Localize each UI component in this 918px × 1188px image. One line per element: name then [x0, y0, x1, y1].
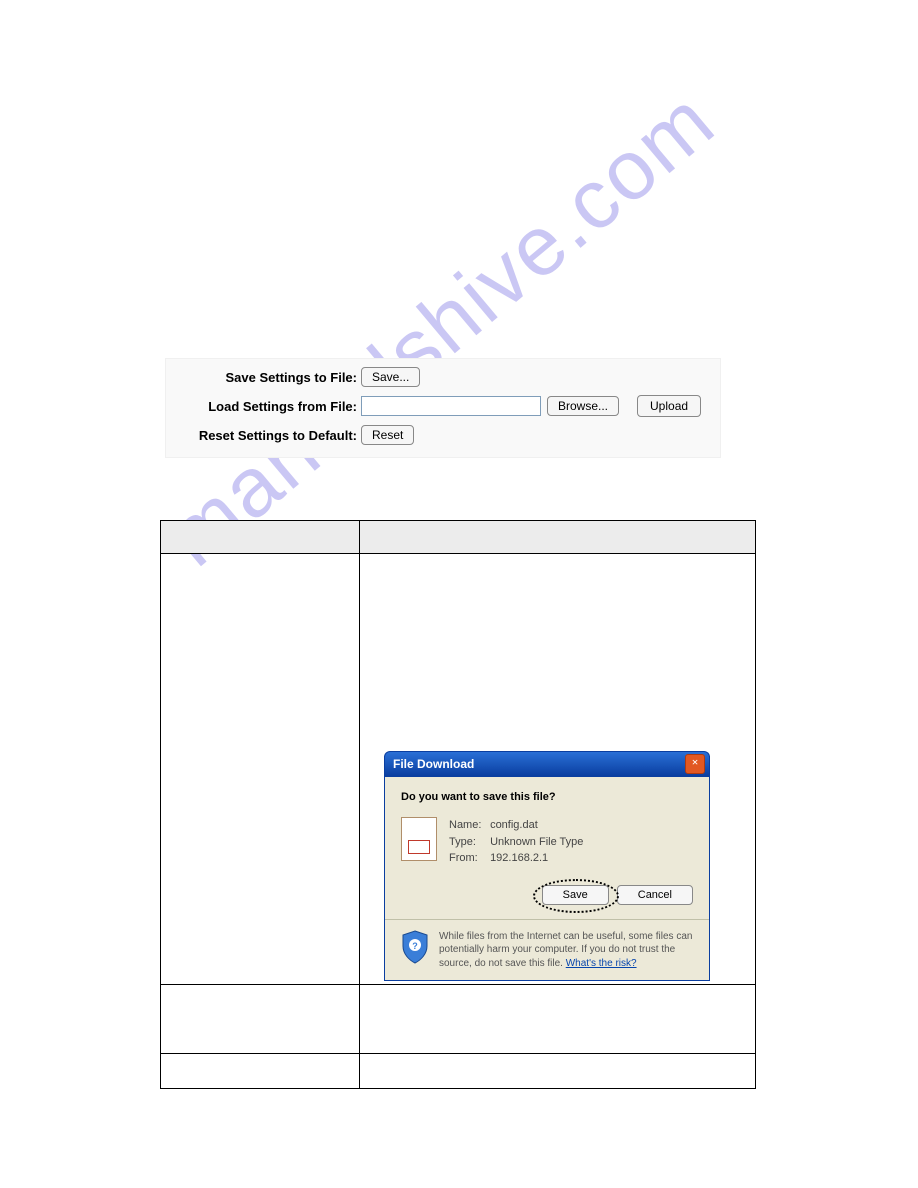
- load-file-input[interactable]: [361, 396, 541, 416]
- name-key: Name:: [449, 817, 487, 834]
- reset-button[interactable]: Reset: [361, 425, 414, 445]
- warning-text: While files from the Internet can be use…: [439, 930, 693, 971]
- load-settings-label: Load Settings from File:: [176, 399, 361, 414]
- dialog-title: File Download: [393, 757, 474, 771]
- file-icon: [401, 817, 437, 861]
- dialog-titlebar[interactable]: File Download ×: [384, 751, 710, 776]
- type-key: Type:: [449, 834, 487, 851]
- file-download-dialog: File Download × Do you want to save this…: [384, 751, 710, 981]
- file-type: Unknown File Type: [490, 836, 583, 848]
- shield-icon: ?: [401, 930, 429, 971]
- table-header-2: [360, 521, 756, 554]
- dialog-cancel-button[interactable]: Cancel: [617, 885, 693, 905]
- browse-button[interactable]: Browse...: [547, 396, 619, 416]
- watermark-text: manualshive.com: [141, 66, 740, 590]
- upload-button[interactable]: Upload: [637, 395, 701, 417]
- save-settings-label: Save Settings to File:: [176, 370, 361, 385]
- table-header-1: [161, 521, 360, 554]
- close-icon[interactable]: ×: [685, 754, 705, 774]
- risk-link[interactable]: What's the risk?: [566, 958, 637, 969]
- from-key: From:: [449, 850, 487, 867]
- save-file-button[interactable]: Save...: [361, 367, 420, 387]
- file-details: Name: config.dat Type: Unknown File Type…: [449, 817, 583, 867]
- dialog-question: Do you want to save this file?: [401, 791, 693, 803]
- table-row: [161, 985, 756, 1054]
- file-name: config.dat: [490, 819, 538, 831]
- dialog-save-button[interactable]: Save: [542, 885, 609, 905]
- svg-text:?: ?: [412, 941, 418, 951]
- file-from: 192.168.2.1: [490, 852, 548, 864]
- reset-settings-label: Reset Settings to Default:: [176, 428, 361, 443]
- settings-panel: Save Settings to File: Save... Load Sett…: [165, 358, 721, 458]
- table-row: [161, 1054, 756, 1089]
